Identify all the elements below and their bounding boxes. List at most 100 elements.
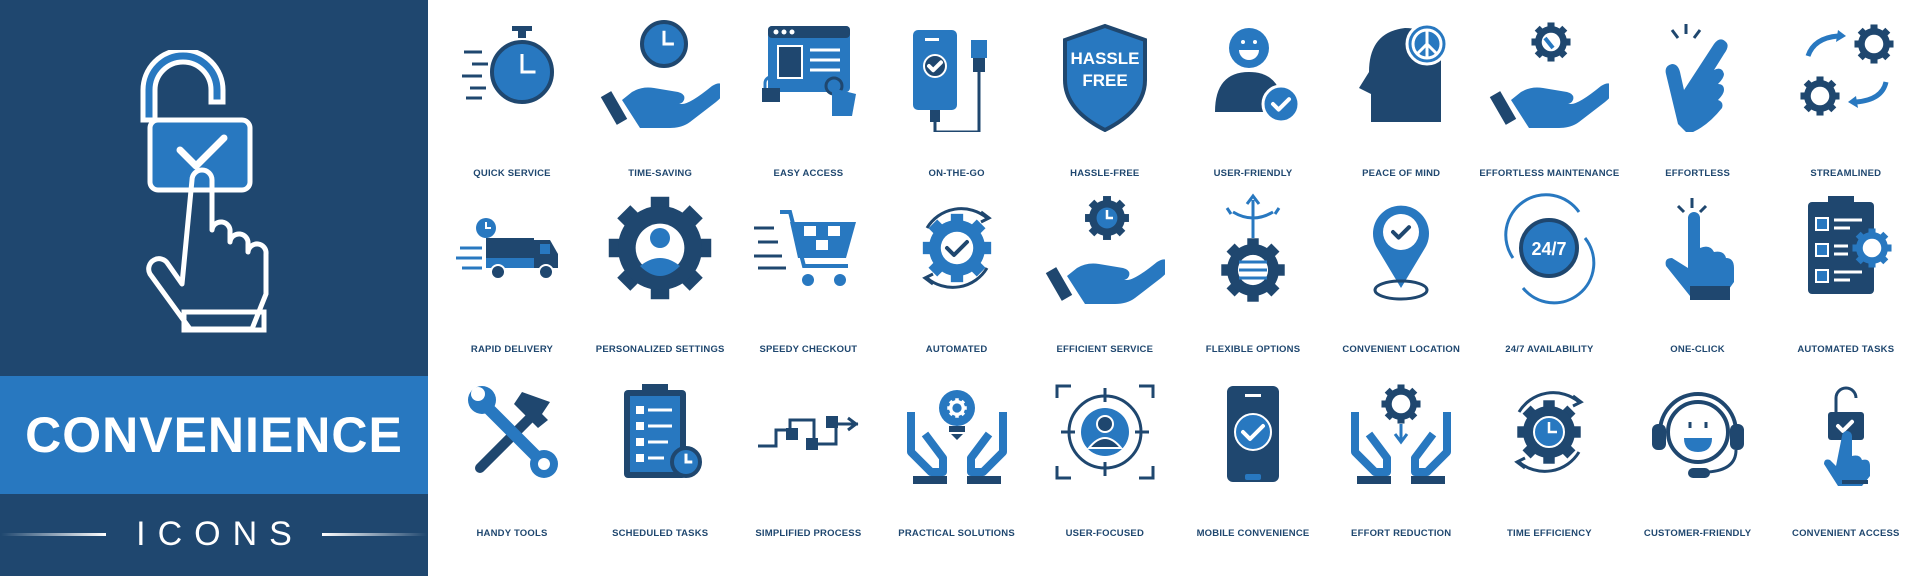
- banner-title: CONVENIENCE: [25, 407, 403, 463]
- hand-clock-icon: [600, 20, 721, 128]
- icon-label: CONVENIENT ACCESS: [1792, 528, 1900, 539]
- clipboard-clock-icon: [624, 384, 703, 478]
- icon-item: HANDY TOOLS: [438, 372, 586, 539]
- unlock-touch-icon: [140, 50, 269, 333]
- icon-item: CONVENIENT ACCESS: [1772, 372, 1920, 539]
- icon-label: EFFICIENT SERVICE: [1056, 344, 1154, 355]
- icon-item: QUICK SERVICE: [438, 12, 586, 179]
- swipe-hand-icon: [1665, 24, 1728, 132]
- icon-item: AUTOMATED: [883, 188, 1031, 355]
- svg-text:FREE: FREE: [1082, 71, 1127, 90]
- icon-item: PEACE OF MIND: [1327, 12, 1475, 179]
- icon-item: FLEXIBLE OPTIONS: [1179, 188, 1327, 355]
- stopwatch-icon: [462, 26, 554, 104]
- icon-label: USER-FOCUSED: [1065, 528, 1144, 539]
- banner-subtitle: ICONS: [136, 514, 304, 553]
- divider-line: [1, 532, 107, 536]
- icon-label: TIME-SAVING: [628, 168, 693, 179]
- gears-arrows-icon: [1800, 24, 1894, 116]
- icon-label: TIME EFFICIENCY: [1506, 528, 1592, 539]
- icon-label: SCHEDULED TASKS: [612, 528, 709, 539]
- icon-label: 24/7 AVAILABILITY: [1505, 344, 1594, 355]
- icon-item: EFFORTLESS: [1624, 12, 1772, 179]
- unlock-tap-icon: [1823, 386, 1870, 486]
- icon-item: EFFORT REDUCTION: [1327, 372, 1475, 539]
- icon-label: EFFORTLESS: [1665, 168, 1730, 179]
- gear-user-icon: [608, 196, 712, 300]
- target-user-icon: [1055, 384, 1155, 480]
- svg-text:24/7: 24/7: [1532, 239, 1567, 259]
- phone-charger-icon: [912, 30, 987, 132]
- icon-label: QUICK SERVICE: [473, 168, 551, 179]
- tap-hand-icon: [1665, 198, 1734, 300]
- browser-lock-icon: [762, 26, 857, 116]
- icon-item: PRACTICAL SOLUTIONS: [883, 372, 1031, 539]
- icon-label: EFFORT REDUCTION: [1351, 528, 1452, 539]
- icon-item: SCHEDULED TASKS: [586, 372, 734, 539]
- user-check-icon: [1215, 28, 1301, 124]
- icon-label: ONE-CLICK: [1670, 344, 1725, 355]
- icon-label: CONVENIENT LOCATION: [1342, 344, 1460, 355]
- icon-label: HANDY TOOLS: [476, 528, 548, 539]
- icon-item: ON-THE-GO: [883, 12, 1031, 179]
- gear-clock-cycle-icon: [1514, 391, 1585, 473]
- hand-gear-clock-icon: [1045, 196, 1165, 304]
- icon-item: SPEEDY CHECKOUT: [734, 188, 882, 355]
- title-band: CONVENIENCE: [0, 376, 428, 494]
- icon-item: CUSTOMER-FRIENDLY: [1624, 372, 1772, 539]
- cart-icon: [754, 210, 857, 286]
- icon-label: FLEXIBLE OPTIONS: [1205, 344, 1301, 355]
- icon-label: EFFORTLESS MAINTENANCE: [1479, 168, 1620, 179]
- svg-text:HASSLE: HASSLE: [1070, 49, 1139, 68]
- truck-icon: [456, 218, 558, 280]
- icon-label: HASSLE-FREE: [1070, 168, 1140, 179]
- icon-label: EASY ACCESS: [773, 168, 844, 179]
- icon-item: USER-FOCUSED: [1031, 372, 1179, 539]
- icon-item: TIME-SAVING: [586, 12, 734, 179]
- icon-label: SPEEDY CHECKOUT: [759, 344, 858, 355]
- icon-grid: QUICK SERVICE TIME-SAVING EASY ACCESS ON-TH…: [438, 0, 1920, 576]
- headset-smile-icon: [1651, 392, 1744, 478]
- location-pin-icon: [1373, 205, 1430, 301]
- hands-gear-icon: [1351, 384, 1452, 484]
- clock-247-icon: 24/7: [1504, 193, 1596, 305]
- icon-item: SIMPLIFIED PROCESS: [734, 372, 882, 539]
- icon-label: RAPID DELIVERY: [470, 344, 554, 355]
- icon-label: PRACTICAL SOLUTIONS: [898, 528, 1015, 539]
- clipboard-gear-icon: [1807, 196, 1892, 294]
- icon-item: ONE-CLICK: [1624, 188, 1772, 355]
- icon-label: MOBILE CONVENIENCE: [1196, 528, 1310, 539]
- icon-label: AUTOMATED: [925, 344, 988, 355]
- icon-label: SIMPLIFIED PROCESS: [755, 528, 862, 539]
- icon-label: PEACE OF MIND: [1362, 168, 1441, 179]
- gear-cycle-icon: [921, 207, 992, 289]
- icon-item: 24/7 24/7 AVAILABILITY: [1475, 188, 1623, 355]
- icon-item: TIME EFFICIENCY: [1475, 372, 1623, 539]
- wrench-hammer-icon: [468, 386, 558, 478]
- subtitle-row: ICONS: [0, 506, 428, 562]
- icon-label: USER-FRIENDLY: [1213, 168, 1293, 179]
- icon-label: CUSTOMER-FRIENDLY: [1643, 528, 1752, 539]
- icon-item: PERSONALIZED SETTINGS: [586, 188, 734, 355]
- mobile-check-icon: [1227, 386, 1279, 482]
- icon-label: AUTOMATED TASKS: [1797, 344, 1895, 355]
- icon-label: STREAMLINED: [1810, 168, 1882, 179]
- head-peace-icon: [1359, 22, 1449, 122]
- icon-label: ON-THE-GO: [928, 168, 985, 179]
- icon-label: PERSONALIZED SETTINGS: [595, 344, 725, 355]
- icon-item: RAPID DELIVERY: [438, 188, 586, 355]
- icon-item: HASSLE FREE HASSLE-FREE: [1031, 12, 1179, 179]
- gear-options-icon: [1221, 193, 1285, 302]
- icon-item: USER-FRIENDLY: [1179, 12, 1327, 179]
- icon-item: AUTOMATED TASKS: [1772, 188, 1920, 355]
- icon-item: MOBILE CONVENIENCE: [1179, 372, 1327, 539]
- hands-bulb-icon: [906, 390, 1007, 484]
- icon-item: CONVENIENT LOCATION: [1327, 188, 1475, 355]
- shield-icon: HASSLE FREE: [1062, 23, 1147, 132]
- banner-panel: CONVENIENCE ICONS: [0, 0, 428, 576]
- divider-line: [321, 532, 427, 536]
- icon-item: EASY ACCESS: [734, 12, 882, 179]
- hand-gear-wrench-icon: [1490, 22, 1610, 128]
- icon-item: STREAMLINED: [1772, 12, 1920, 179]
- icon-item: EFFICIENT SERVICE: [1031, 188, 1179, 355]
